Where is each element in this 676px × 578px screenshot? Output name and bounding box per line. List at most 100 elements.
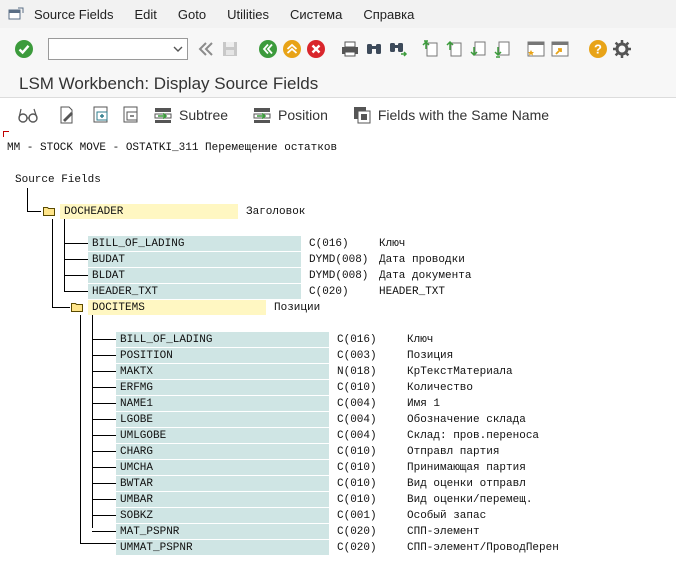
field-desc: Позиция <box>407 350 454 362</box>
docitems-desc: Позиции <box>274 302 321 314</box>
tree-connector <box>92 499 116 500</box>
field-name: MAKTX <box>120 366 154 378</box>
field-desc: Отправл партия <box>407 446 500 458</box>
menu-utilities[interactable]: Utilities <box>227 7 269 22</box>
field-type: C(004) <box>337 430 377 442</box>
tree-connector <box>92 403 116 404</box>
field-desc: Ключ <box>407 334 434 346</box>
tree-connector <box>92 467 116 468</box>
field-desc: Вид оценки/перемещ. <box>407 494 533 506</box>
application-toolbar: Subtree Position Fields with the Same Na… <box>0 99 676 131</box>
field-desc: Обозначение склада <box>407 414 526 426</box>
field-type: N(018) <box>337 366 377 378</box>
field-name: CHARG <box>120 446 154 458</box>
save-icon[interactable] <box>218 37 242 61</box>
settings-icon[interactable] <box>610 37 634 61</box>
next-page-icon[interactable] <box>466 37 490 61</box>
field-desc: HEADER_TXT <box>379 286 446 298</box>
cancel-icon[interactable] <box>304 37 328 61</box>
field-desc: СПП-элемент/ПроводПерен <box>407 542 559 554</box>
first-page-icon[interactable] <box>418 37 442 61</box>
field-type: C(020) <box>337 542 377 554</box>
menu-edit[interactable]: Edit <box>134 7 156 22</box>
display-glasses-icon[interactable] <box>17 103 39 127</box>
tree-connector <box>92 387 116 388</box>
field-name: UMBAR <box>120 494 154 506</box>
field-desc: Дата проводки <box>379 254 465 266</box>
field-name: HEADER_TXT <box>92 286 159 298</box>
subtree-label: Subtree <box>179 107 229 123</box>
menu-window-icon[interactable] <box>8 7 24 21</box>
back-icon[interactable] <box>256 37 280 61</box>
field-type: C(016) <box>337 334 377 346</box>
root-node-label[interactable]: Source Fields <box>15 172 101 188</box>
tree-connector <box>92 419 116 420</box>
field-desc: КрТекстМатериала <box>407 366 513 378</box>
fields-same-name-button[interactable]: Fields with the Same Name <box>352 103 549 127</box>
field-type: C(010) <box>337 494 377 506</box>
field-name: BUDAT <box>92 254 126 266</box>
find-icon[interactable] <box>362 37 386 61</box>
page-title: LSM Workbench: Display Source Fields <box>19 74 319 93</box>
source-fields-tree: MM - STOCK MOVE - OSTATKI_311 Перемещени… <box>0 131 676 578</box>
field-desc: Ключ <box>379 238 406 250</box>
command-field[interactable] <box>48 38 188 60</box>
expand-node-icon[interactable] <box>91 103 111 127</box>
tree-connector <box>92 435 116 436</box>
field-type: C(001) <box>337 510 377 522</box>
field-desc: СПП-элемент <box>407 526 480 538</box>
field-type: C(003) <box>337 350 377 362</box>
chevron-down-icon[interactable] <box>172 43 184 55</box>
field-type: C(016) <box>309 238 349 250</box>
menu-goto[interactable]: Goto <box>178 7 206 22</box>
field-name: LGOBE <box>120 414 154 426</box>
field-type: C(010) <box>337 382 377 394</box>
collapse-node-icon[interactable] <box>121 103 141 127</box>
menu-source-fields[interactable]: Source Fields <box>34 7 113 22</box>
docitems-name: DOCITEMS <box>92 302 145 314</box>
field-type: C(004) <box>337 398 377 410</box>
menu-bar: Source Fields Edit Goto Utilities Систем… <box>0 0 676 28</box>
field-name: UMCHA <box>120 462 154 474</box>
command-input[interactable] <box>49 39 167 59</box>
field-name: MAT_PSPNR <box>120 526 180 538</box>
edit-document-icon[interactable] <box>57 103 77 127</box>
field-desc: Дата документа <box>379 270 472 282</box>
shortcut-icon[interactable] <box>548 37 572 61</box>
tree-connector <box>92 355 116 356</box>
fields-same-name-label: Fields with the Same Name <box>377 107 550 123</box>
title-bar: LSM Workbench: Display Source Fields <box>0 70 676 98</box>
double-chevron-left-icon[interactable] <box>194 37 218 61</box>
field-desc: Вид оценки отправл <box>407 478 526 490</box>
field-name: BILL_OF_LADING <box>120 334 213 346</box>
tree-connector <box>92 339 116 340</box>
subtree-button[interactable]: Subtree <box>153 103 228 127</box>
exit-icon[interactable] <box>280 37 304 61</box>
field-type: DYMD(008) <box>309 254 369 266</box>
field-name: NAME1 <box>120 398 154 410</box>
print-icon[interactable] <box>338 37 362 61</box>
tree-connector <box>92 483 116 484</box>
field-name: BWTAR <box>120 478 154 490</box>
help-icon[interactable]: ? <box>586 37 610 61</box>
find-next-icon[interactable] <box>386 37 410 61</box>
menu-system[interactable]: Система <box>290 7 342 22</box>
field-type: C(020) <box>309 286 349 298</box>
last-page-icon[interactable] <box>490 37 514 61</box>
field-name: BLDAT <box>92 270 126 282</box>
field-type: C(010) <box>337 462 377 474</box>
field-desc: Имя 1 <box>407 398 441 410</box>
field-name: SOBKZ <box>120 510 154 522</box>
menu-help[interactable]: Справка <box>363 7 414 22</box>
enter-check-icon[interactable] <box>12 37 36 61</box>
previous-page-icon[interactable] <box>442 37 466 61</box>
position-button[interactable]: Position <box>252 103 328 127</box>
docheader-desc: Заголовок <box>246 206 306 218</box>
field-name: POSITION <box>120 350 173 362</box>
standard-toolbar: ? <box>0 28 676 70</box>
field-name: BILL_OF_LADING <box>92 238 185 250</box>
structure-header: MM - STOCK MOVE - OSTATKI_311 Перемещени… <box>7 142 338 154</box>
tree-connector <box>92 371 116 372</box>
field-type: DYMD(008) <box>309 270 369 282</box>
new-session-icon[interactable] <box>524 37 548 61</box>
